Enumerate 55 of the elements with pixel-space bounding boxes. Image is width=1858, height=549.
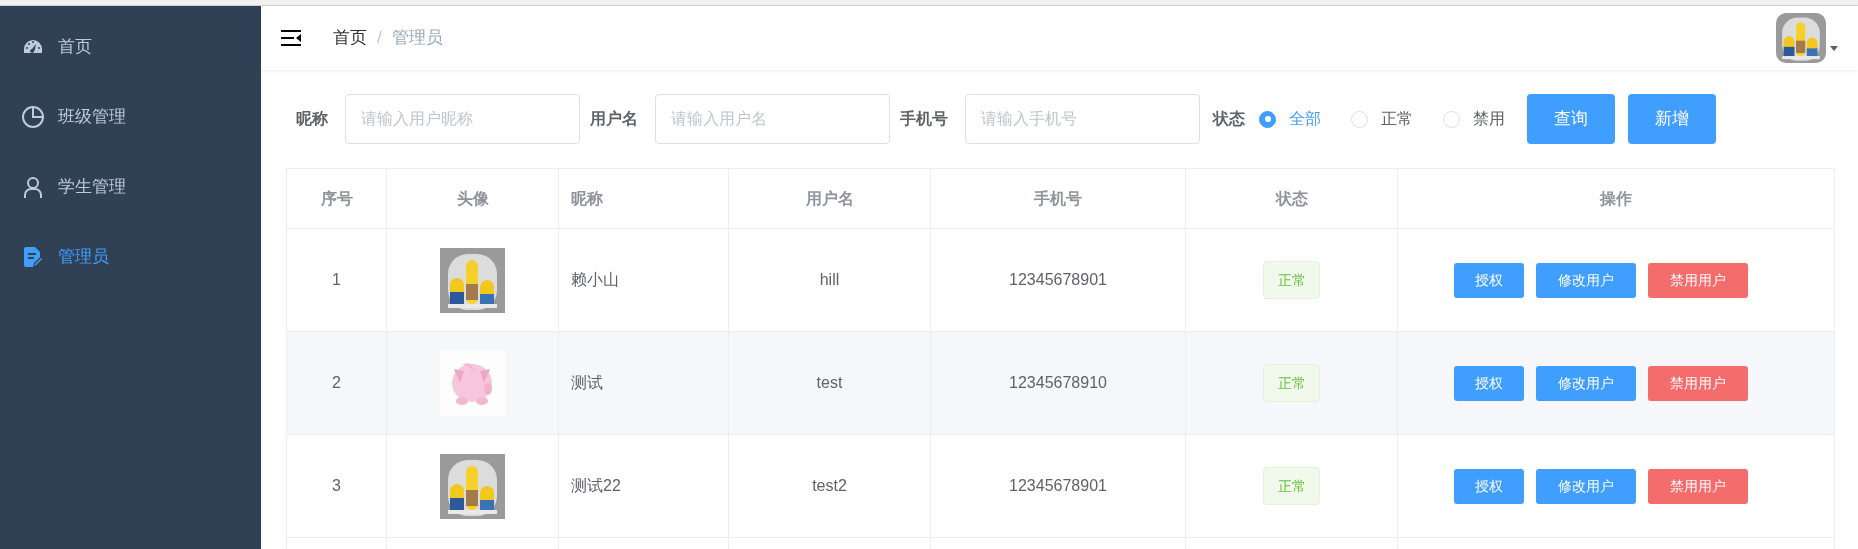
sidebar-item[interactable]: 管理员 — [0, 222, 261, 292]
column-header: 状态 — [1185, 168, 1398, 229]
table-cell: 1 — [286, 228, 387, 332]
table-cell: 12345678901 — [930, 228, 1186, 332]
column-header: 手机号 — [930, 168, 1186, 229]
action-button[interactable]: 禁用用户 — [1648, 468, 1748, 504]
status-tag: 正常 — [1263, 261, 1320, 299]
table-cell: hill — [728, 228, 931, 332]
table-cell: test — [728, 331, 931, 435]
status-tag: 正常 — [1263, 467, 1320, 505]
caret-down-icon[interactable] — [1830, 46, 1838, 51]
breadcrumb-link[interactable]: 首页 — [333, 25, 367, 51]
column-header: 序号 — [286, 168, 387, 229]
input-field[interactable]: 请输入手机号 — [965, 94, 1200, 144]
field-label: 昵称 — [296, 109, 328, 129]
field-label: 用户名 — [590, 109, 638, 129]
table-cell: 赖小山 — [558, 228, 729, 332]
radio-option[interactable]: 正常 — [1351, 107, 1413, 131]
document-edit-icon — [24, 247, 42, 267]
action-button[interactable]: 授权 — [1454, 262, 1524, 298]
action-button[interactable]: 修改用户 — [1536, 365, 1636, 401]
input-field[interactable]: 请输入用户昵称 — [345, 94, 580, 144]
action-button[interactable]: 禁用用户 — [1648, 262, 1748, 298]
action-button[interactable]: 修改用户 — [1536, 468, 1636, 504]
table-cell: 3 — [286, 434, 387, 538]
table-cell: 测试22 — [558, 434, 729, 538]
radio-option[interactable]: 全部 — [1259, 107, 1321, 131]
table-cell: test2 — [728, 434, 931, 538]
column-header: 用户名 — [728, 168, 931, 229]
gauge-icon — [24, 40, 42, 54]
table-cell: 2 — [286, 331, 387, 435]
column-header: 昵称 — [558, 168, 729, 229]
column-header: 头像 — [386, 168, 559, 229]
table-cell: 12345678901 — [930, 434, 1186, 538]
radio-option[interactable]: 禁用 — [1443, 107, 1505, 131]
menu-fold-icon[interactable] — [281, 30, 301, 46]
user-icon — [24, 176, 42, 198]
pie-chart-icon — [22, 106, 44, 128]
sidebar-item[interactable]: 首页 — [0, 12, 261, 82]
action-button[interactable]: 授权 — [1454, 468, 1524, 504]
sidebar-item[interactable]: 学生管理 — [0, 152, 261, 222]
table-cell: 测试 — [558, 331, 729, 435]
table-cell: 12345678910 — [930, 331, 1186, 435]
separator-slash: / — [377, 27, 382, 50]
column-header: 操作 — [1397, 168, 1835, 229]
action-button[interactable]: 修改用户 — [1536, 262, 1636, 298]
field-label: 状态 — [1213, 109, 1245, 129]
action-button[interactable]: 查询 — [1527, 94, 1615, 144]
status-tag: 正常 — [1263, 364, 1320, 402]
action-button[interactable]: 新增 — [1628, 94, 1716, 144]
action-button[interactable]: 授权 — [1454, 365, 1524, 401]
input-field[interactable]: 请输入用户名 — [655, 94, 890, 144]
action-button[interactable]: 禁用用户 — [1648, 365, 1748, 401]
field-label: 手机号 — [900, 109, 948, 129]
sidebar-item[interactable]: 班级管理 — [0, 82, 261, 152]
